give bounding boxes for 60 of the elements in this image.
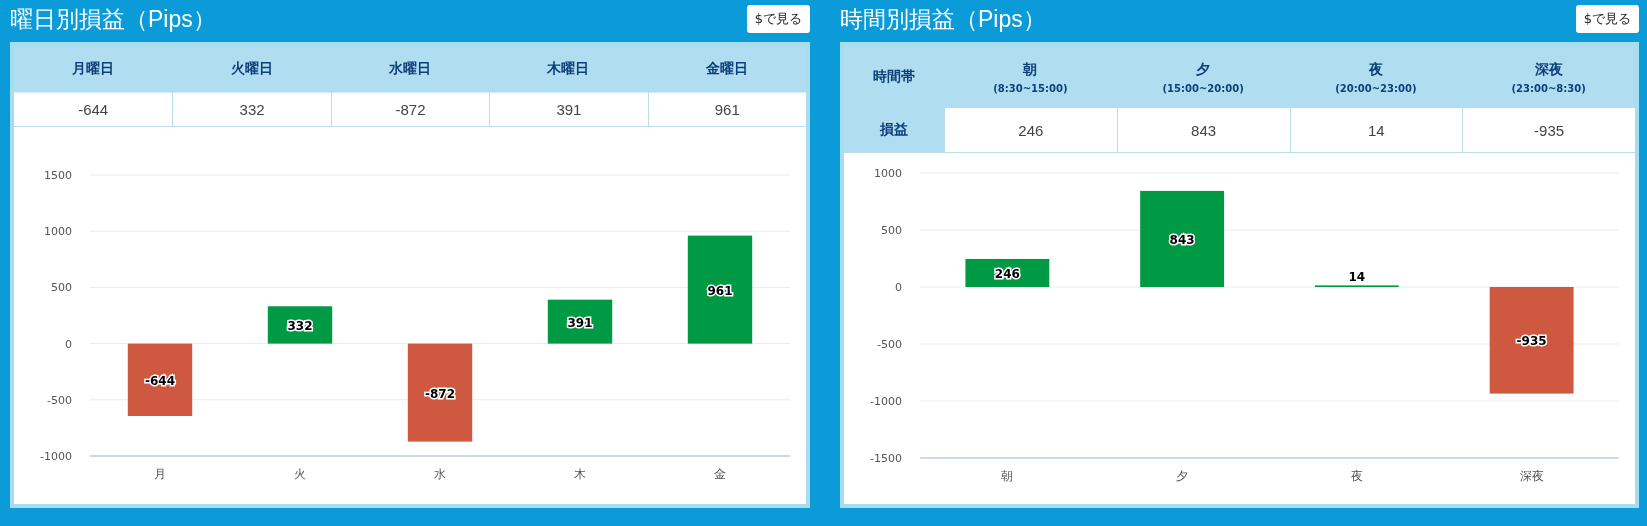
table-cell: 843 <box>1116 108 1290 152</box>
column-header: 火曜日 <box>172 46 331 92</box>
time-range: (15:00~20:00) <box>1162 82 1244 94</box>
table-cell: 391 <box>489 92 648 126</box>
axis-category-label: 月 <box>154 467 166 481</box>
table-cell: -935 <box>1462 108 1635 152</box>
column-header: 金曜日 <box>647 46 806 92</box>
data-label: -872 <box>425 386 455 401</box>
axis-tick-label: 0 <box>895 281 902 294</box>
column-label: 夜 <box>1368 60 1383 79</box>
time-range: (23:00~8:30) <box>1511 82 1586 94</box>
bar <box>547 299 613 344</box>
axis-tick-label: -1000 <box>870 395 902 408</box>
axis-category-label: 夕 <box>1176 469 1189 483</box>
data-label: 843 <box>1169 232 1195 247</box>
data-label: 246 <box>994 267 1020 281</box>
time-range: (20:00~23:00) <box>1335 82 1417 94</box>
axis-tick-label: 1000 <box>44 225 72 239</box>
data-label: -935 <box>1516 334 1547 349</box>
axis-tick-label: -500 <box>47 393 72 407</box>
axis-category-label: 朝 <box>1001 469 1014 483</box>
data-label: 961 <box>707 283 733 298</box>
bar <box>267 306 333 344</box>
data-label: 14 <box>1348 270 1366 285</box>
panel-title: 時間別損益（Pips） <box>840 4 1046 34</box>
time-range: (8:30~15:00) <box>993 82 1068 94</box>
axis-tick-label: 500 <box>881 224 902 237</box>
column-header: 木曜日 <box>489 46 648 92</box>
panel-title: 曜日別損益（Pips） <box>10 4 216 34</box>
column-header: 水曜日 <box>330 46 490 92</box>
data-label: 332 <box>287 318 313 333</box>
column-label: 深夜 <box>1534 60 1563 79</box>
row-header: 損益 <box>844 108 944 152</box>
axis-category-label: 水 <box>434 467 446 481</box>
table-cell: 332 <box>172 92 331 126</box>
axis-tick-label: -1000 <box>40 450 72 463</box>
table-cell: 246 <box>944 108 1117 152</box>
axis-category-label: 木 <box>574 467 586 481</box>
axis-tick-label: -1500 <box>870 452 902 465</box>
row-header: 時間帯 <box>844 46 944 108</box>
axis-tick-label: 0 <box>65 337 72 351</box>
column-label: 朝 <box>1023 60 1038 79</box>
table-cell: -872 <box>330 92 490 126</box>
axis-category-label: 金 <box>714 467 726 481</box>
axis-tick-label: -500 <box>877 338 902 351</box>
table-cell: -644 <box>14 92 173 126</box>
axis-category-label: 深夜 <box>1519 469 1544 483</box>
data-label: -644 <box>145 373 175 388</box>
axis-tick-label: 1500 <box>44 169 72 182</box>
currency-toggle-button[interactable]: $で見る <box>1575 5 1639 33</box>
column-header: 月曜日 <box>14 46 173 92</box>
data-label: 391 <box>567 315 593 330</box>
axis-category-label: 夜 <box>1350 469 1363 483</box>
table-cell: 961 <box>647 92 806 126</box>
axis-tick-label: 500 <box>51 281 72 295</box>
axis-tick-label: 1000 <box>874 167 902 180</box>
axis-category-label: 火 <box>294 467 306 481</box>
table-cell: 14 <box>1289 108 1463 152</box>
currency-toggle-button[interactable]: $で見る <box>746 5 810 33</box>
column-label: 夕 <box>1196 60 1211 79</box>
